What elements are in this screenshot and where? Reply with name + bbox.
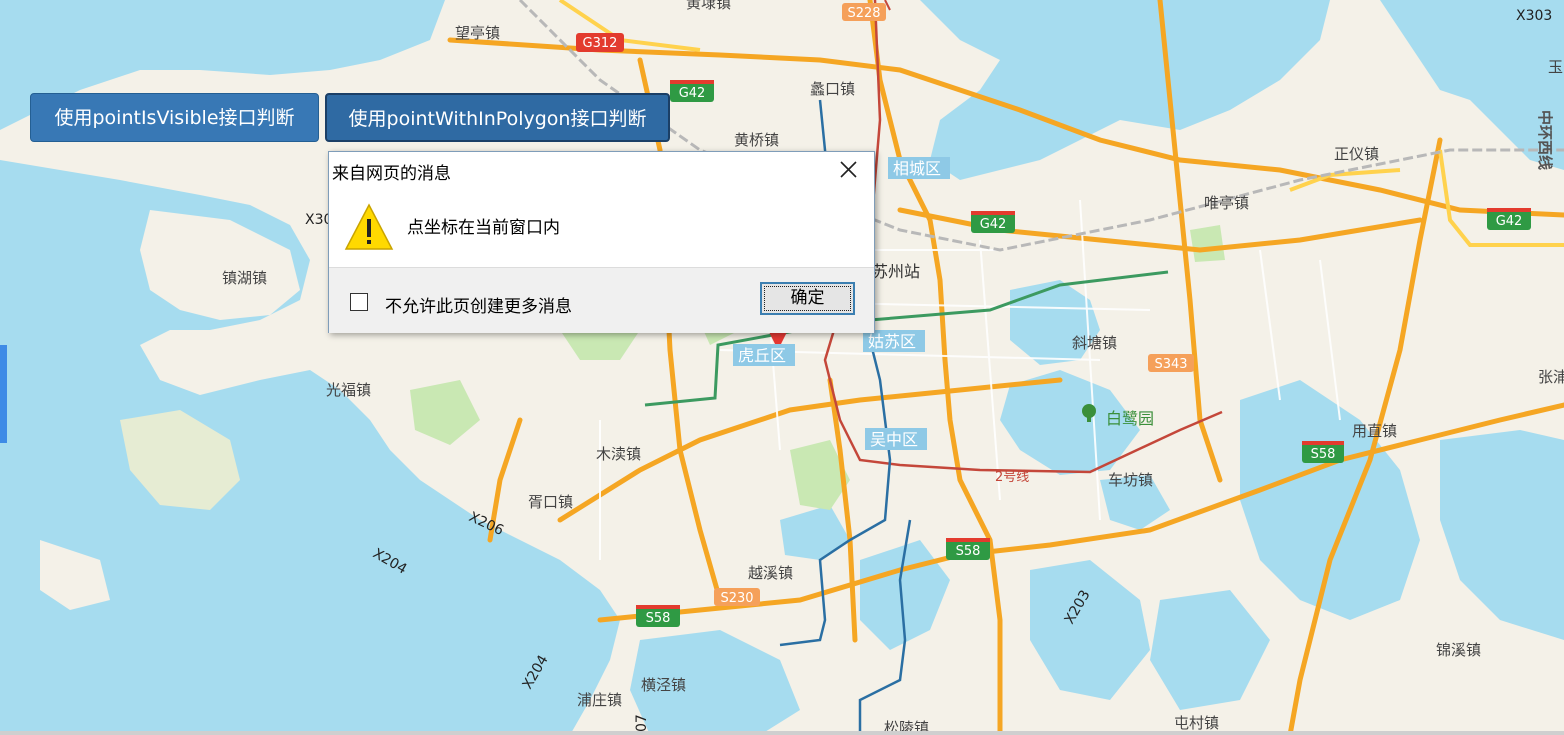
place-label: 光福镇: [326, 381, 371, 399]
alert-dialog: 来自网页的消息 点坐标在当前窗口内 不允许此页创建更多消息 确定: [328, 151, 875, 333]
shield-label: G42: [679, 86, 706, 101]
side-panel-handle[interactable]: [0, 345, 7, 443]
road-label: X303: [1516, 8, 1552, 24]
horizontal-scrollbar[interactable]: [0, 731, 1564, 735]
place-label: 唯亭镇: [1204, 194, 1249, 212]
park-label: 白鹭园: [1106, 409, 1154, 428]
place-label: 正仪镇: [1334, 145, 1379, 163]
place-label: 玉: [1548, 58, 1563, 76]
metro-label: 2号线: [995, 470, 1029, 485]
district-gusu: 姑苏区: [868, 332, 916, 351]
place-label: 镇湖镇: [222, 269, 267, 287]
place-label: 斜塘镇: [1072, 334, 1117, 352]
shield-label: S58: [1311, 447, 1336, 462]
district-wuzhong: 吴中区: [870, 430, 918, 449]
place-label: 越溪镇: [748, 564, 793, 582]
place-label: 屯村镇: [1174, 714, 1219, 732]
place-label: 胥口镇: [528, 493, 573, 511]
place-label: 浦庄镇: [577, 691, 622, 709]
place-label: 张浦: [1538, 368, 1564, 386]
place-label: 蠡口镇: [810, 80, 855, 98]
place-label: 横泾镇: [641, 676, 686, 694]
shield-label: G312: [583, 36, 618, 51]
place-label: 锦溪镇: [1436, 641, 1481, 659]
shield-label: S228: [847, 6, 880, 21]
shield-label: G42: [980, 217, 1007, 232]
place-label: 用直镇: [1352, 422, 1397, 440]
place-label: 车坊镇: [1108, 471, 1153, 489]
district-xiangcheng: 相城区: [893, 159, 941, 178]
shield-label: G42: [1496, 214, 1523, 229]
close-icon[interactable]: [834, 158, 862, 182]
place-label: 黄桥镇: [734, 131, 779, 149]
suppress-messages-checkbox[interactable]: [350, 293, 368, 311]
shield-label: S343: [1154, 357, 1187, 372]
point-is-visible-button[interactable]: 使用pointIsVisible接口判断: [30, 93, 319, 142]
warning-icon: [344, 203, 394, 255]
shield-label: S230: [720, 591, 753, 606]
district-huqiu: 虎丘区: [738, 346, 786, 365]
place-label: 黄埭镇: [686, 0, 731, 12]
place-label: 木渎镇: [596, 445, 641, 463]
ok-button[interactable]: 确定: [760, 282, 855, 315]
shield-label: S58: [646, 611, 671, 626]
road-label: 中环西线: [1536, 110, 1554, 170]
park-icon: [1082, 404, 1096, 418]
place-label: 望亭镇: [455, 24, 500, 42]
road-label: 07: [634, 714, 650, 732]
checkbox-label[interactable]: 不允许此页创建更多消息: [385, 292, 572, 317]
dialog-footer: 不允许此页创建更多消息 确定: [329, 267, 874, 333]
station-label: 苏州站: [872, 262, 920, 281]
dialog-title: 来自网页的消息: [332, 164, 451, 184]
point-within-polygon-button[interactable]: 使用pointWithInPolygon接口判断: [325, 93, 670, 142]
dialog-message: 点坐标在当前窗口内: [407, 218, 560, 238]
shield-label: S58: [956, 544, 981, 559]
